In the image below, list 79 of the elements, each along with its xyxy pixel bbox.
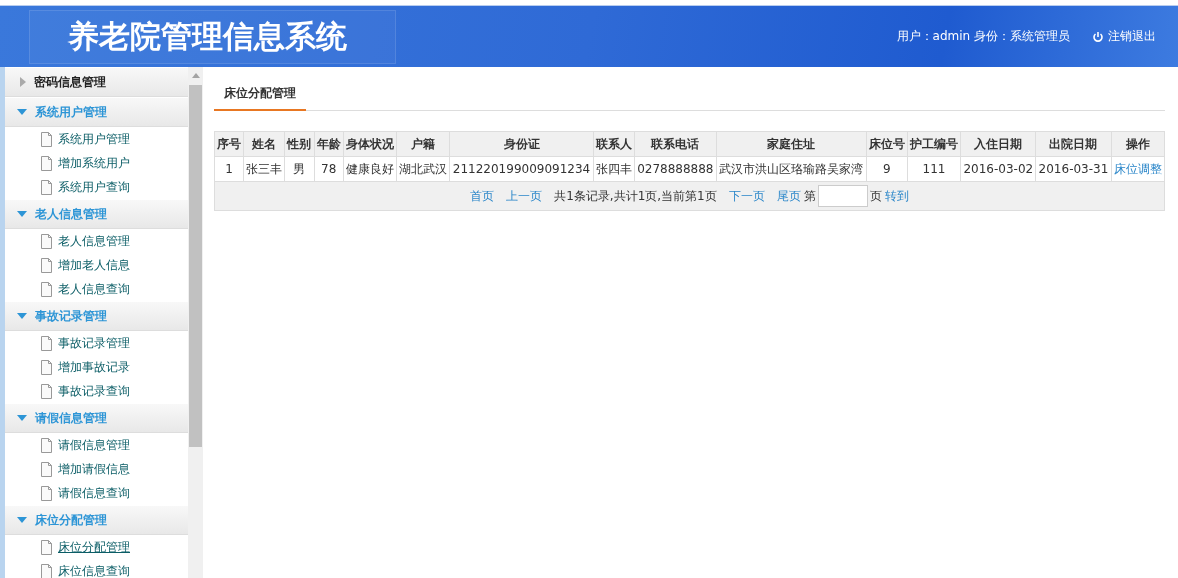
- table-cell: 健康良好: [343, 156, 397, 182]
- menu-item[interactable]: 系统用户查询: [58, 178, 130, 196]
- expanded-triangle-icon: [17, 211, 27, 217]
- column-header: 护工编号: [907, 131, 961, 157]
- menu-item[interactable]: 增加老人信息: [58, 256, 130, 274]
- column-header: 性别: [284, 131, 315, 157]
- menu-item[interactable]: 老人信息管理: [58, 232, 130, 250]
- scroll-up-arrow-icon[interactable]: [192, 73, 200, 78]
- document-icon: [41, 359, 52, 375]
- column-header: 入住日期: [960, 131, 1036, 157]
- document-icon: [41, 257, 52, 273]
- document-icon: [41, 539, 52, 555]
- table-cell: 张四丰: [593, 156, 635, 182]
- table-cell: 张三丰: [243, 156, 285, 182]
- table-cell: 湖北武汉: [396, 156, 450, 182]
- document-icon: [41, 485, 52, 501]
- document-icon: [41, 461, 52, 477]
- table-cell: 2016-03-02: [960, 156, 1036, 182]
- page-prefix: 第: [803, 188, 816, 203]
- table-cell: 1: [214, 156, 244, 182]
- menu-group[interactable]: 密码信息管理: [5, 67, 188, 97]
- document-icon: [41, 437, 52, 453]
- menu-item[interactable]: 增加事故记录: [58, 358, 130, 376]
- document-icon: [41, 383, 52, 399]
- menu-item[interactable]: 床位分配管理: [58, 538, 130, 556]
- menu-item[interactable]: 增加请假信息: [58, 460, 130, 478]
- power-icon: [1092, 30, 1104, 43]
- table-cell: 111: [907, 156, 961, 182]
- menu-item[interactable]: 床位信息查询: [58, 562, 130, 578]
- expanded-triangle-icon: [17, 517, 27, 523]
- menu-item[interactable]: 老人信息查询: [58, 280, 130, 298]
- scrollbar[interactable]: [188, 67, 203, 578]
- tab[interactable]: 床位分配管理: [214, 80, 306, 111]
- column-header: 户籍: [396, 131, 450, 157]
- column-header: 家庭住址: [716, 131, 867, 157]
- expanded-triangle-icon: [17, 415, 27, 421]
- expanded-triangle-icon: [17, 313, 27, 319]
- table-cell: 武汉市洪山区珞瑜路吴家湾: [716, 156, 867, 182]
- document-icon: [41, 335, 52, 351]
- column-header: 联系电话: [634, 131, 717, 157]
- next-page-link[interactable]: 下一页: [728, 188, 765, 203]
- column-header: 姓名: [243, 131, 285, 157]
- menu-item[interactable]: 增加系统用户: [58, 154, 130, 172]
- column-header: 操作: [1111, 131, 1165, 157]
- user-info: 用户：admin 身份：系统管理员: [896, 28, 1070, 45]
- table-cell: 0278888888: [634, 156, 717, 182]
- expanded-triangle-icon: [17, 109, 27, 115]
- collapsed-triangle-icon: [20, 77, 26, 87]
- menu-item[interactable]: 系统用户管理: [58, 130, 130, 148]
- column-header: 身体状况: [343, 131, 397, 157]
- column-header: 身份证: [449, 131, 594, 157]
- table-cell: 78: [314, 156, 344, 182]
- column-header: 床位号: [866, 131, 908, 157]
- table-cell: 男: [284, 156, 315, 182]
- record-summary: 共1条记录,共计1页,当前第1页: [554, 188, 717, 203]
- column-header: 序号: [214, 131, 244, 157]
- menu-item[interactable]: 事故记录管理: [58, 334, 130, 352]
- column-header: 年龄: [314, 131, 344, 157]
- previous-page-link[interactable]: 上一页: [506, 188, 543, 203]
- document-icon: [41, 131, 52, 147]
- go-link[interactable]: 转到: [884, 188, 909, 203]
- document-icon: [41, 155, 52, 171]
- column-header: 联系人: [593, 131, 635, 157]
- menu-item[interactable]: 事故记录查询: [58, 382, 130, 400]
- table-cell: 211220199009091234: [449, 156, 594, 182]
- menu-item[interactable]: 请假信息查询: [58, 484, 130, 502]
- menu-item[interactable]: 请假信息管理: [58, 436, 130, 454]
- table-cell: 9: [866, 156, 908, 182]
- logout-link[interactable]: 注销退出: [1092, 28, 1156, 45]
- page-suffix: 页: [869, 188, 882, 203]
- system-title: 养老院管理信息系统: [68, 16, 347, 56]
- document-icon: [41, 281, 52, 297]
- table-cell: 2016-03-31: [1035, 156, 1112, 182]
- document-icon: [41, 233, 52, 249]
- first-page-link[interactable]: 首页: [470, 188, 495, 203]
- column-header: 出院日期: [1035, 131, 1112, 157]
- document-icon: [41, 179, 52, 195]
- last-page-link[interactable]: 尾页: [776, 188, 801, 203]
- page-input-field[interactable]: [817, 185, 868, 207]
